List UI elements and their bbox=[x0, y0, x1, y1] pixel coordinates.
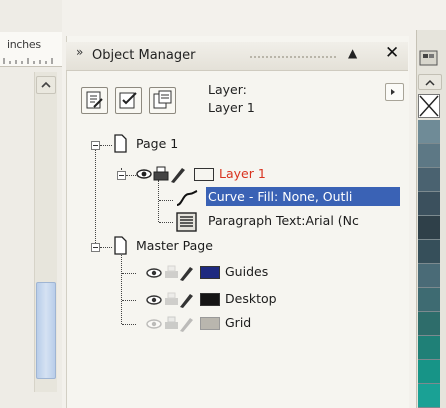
palette-swatch[interactable] bbox=[418, 240, 440, 264]
tree-connector bbox=[122, 273, 136, 274]
layer1-expander[interactable] bbox=[117, 171, 126, 180]
pencil-icon bbox=[180, 294, 193, 308]
printer-icon bbox=[165, 316, 178, 329]
tree-connector bbox=[122, 324, 136, 325]
guides-toggle-icons[interactable] bbox=[144, 262, 202, 282]
palette-swatch[interactable] bbox=[418, 360, 440, 384]
docker-grip-icon[interactable]: » bbox=[76, 45, 83, 59]
tree-connector bbox=[159, 200, 173, 201]
scroll-up-button[interactable] bbox=[36, 76, 56, 94]
close-docker-button[interactable]: ✕ bbox=[385, 43, 399, 63]
printer-icon bbox=[165, 292, 178, 305]
edit-across-layers-icon bbox=[119, 92, 137, 109]
printer-icon bbox=[153, 166, 169, 181]
active-layer-label: Layer: bbox=[208, 82, 247, 97]
tree-connector bbox=[122, 300, 136, 301]
palette-swatch[interactable] bbox=[418, 168, 440, 192]
palette-swatch[interactable] bbox=[418, 216, 440, 240]
master-page-expander[interactable] bbox=[91, 243, 100, 252]
no-color-icon bbox=[419, 95, 439, 117]
tree-connector bbox=[158, 180, 159, 222]
docker-menu-button[interactable] bbox=[385, 83, 404, 101]
tree-item-layer1[interactable]: Layer 1 bbox=[219, 166, 266, 181]
eye-icon bbox=[146, 295, 162, 305]
palette-swatch[interactable] bbox=[418, 192, 440, 216]
tree-connector bbox=[159, 222, 173, 223]
palette-swatch[interactable] bbox=[418, 288, 440, 312]
docker-title: Object Manager bbox=[92, 48, 196, 63]
page-icon bbox=[114, 134, 127, 153]
tree-item-guides[interactable]: Guides bbox=[225, 264, 268, 279]
tree-item-master-page[interactable]: Master Page bbox=[136, 238, 213, 253]
chevron-up-icon bbox=[425, 79, 435, 86]
printer-icon bbox=[165, 265, 178, 278]
palette-swatch[interactable] bbox=[418, 264, 440, 288]
paragraph-text-icon bbox=[176, 212, 197, 232]
guides-color-swatch[interactable] bbox=[200, 266, 220, 279]
palette-options-icon[interactable] bbox=[418, 48, 440, 68]
eye-icon bbox=[146, 268, 162, 278]
palette-swatch[interactable] bbox=[418, 144, 440, 168]
layer1-color-swatch[interactable] bbox=[194, 168, 214, 181]
grid-color-swatch[interactable] bbox=[200, 317, 220, 330]
edit-across-layers-button[interactable] bbox=[115, 87, 142, 114]
tree-item-desktop[interactable]: Desktop bbox=[225, 291, 277, 306]
show-properties-icon bbox=[86, 91, 103, 109]
palette-swatch[interactable] bbox=[418, 312, 440, 336]
pencil-icon bbox=[180, 267, 193, 281]
palette-swatch[interactable] bbox=[418, 120, 440, 144]
grid-toggle-icons[interactable] bbox=[144, 313, 202, 333]
tree-connector bbox=[95, 150, 96, 247]
eye-icon bbox=[136, 169, 152, 179]
ruler-unit-label: inches bbox=[7, 38, 41, 51]
tree-connector bbox=[100, 145, 112, 146]
flyout-arrow-icon bbox=[391, 89, 395, 95]
page1-expander[interactable] bbox=[91, 141, 100, 150]
ruler-ticks bbox=[3, 58, 53, 64]
desktop-toggle-icons[interactable] bbox=[144, 289, 202, 309]
pencil-icon bbox=[180, 318, 193, 332]
layer-manager-view-icon bbox=[153, 90, 172, 109]
eye-icon bbox=[146, 319, 162, 329]
tree-item-grid[interactable]: Grid bbox=[225, 315, 251, 330]
desktop-color-swatch[interactable] bbox=[200, 293, 220, 306]
tree-connector bbox=[121, 252, 122, 324]
titlebar-grip-line bbox=[250, 56, 336, 58]
palette-scroll-up-button[interactable] bbox=[418, 74, 442, 90]
tree-connector bbox=[126, 175, 136, 176]
palette-swatch[interactable] bbox=[418, 384, 440, 408]
active-layer-value: Layer 1 bbox=[208, 100, 255, 115]
curve-icon bbox=[176, 190, 198, 206]
collapse-docker-button[interactable]: ▲ bbox=[348, 46, 357, 60]
no-color-swatch[interactable] bbox=[418, 94, 440, 118]
layer-manager-view-button[interactable] bbox=[149, 87, 176, 114]
scrollbar-thumb[interactable] bbox=[36, 282, 56, 379]
page-icon bbox=[114, 236, 127, 255]
palette-swatch[interactable] bbox=[418, 336, 440, 360]
tree-item-curve[interactable]: Curve - Fill: None, Outli bbox=[208, 189, 352, 204]
tree-item-page1[interactable]: Page 1 bbox=[136, 136, 178, 151]
chevron-up-icon bbox=[41, 81, 51, 88]
show-properties-button[interactable] bbox=[81, 87, 108, 114]
pencil-icon bbox=[171, 168, 185, 183]
tree-item-paragraph-text[interactable]: Paragraph Text:Arial (Nc bbox=[208, 213, 359, 228]
layer1-toggle-icons[interactable] bbox=[136, 164, 194, 184]
tree-connector bbox=[100, 247, 112, 248]
